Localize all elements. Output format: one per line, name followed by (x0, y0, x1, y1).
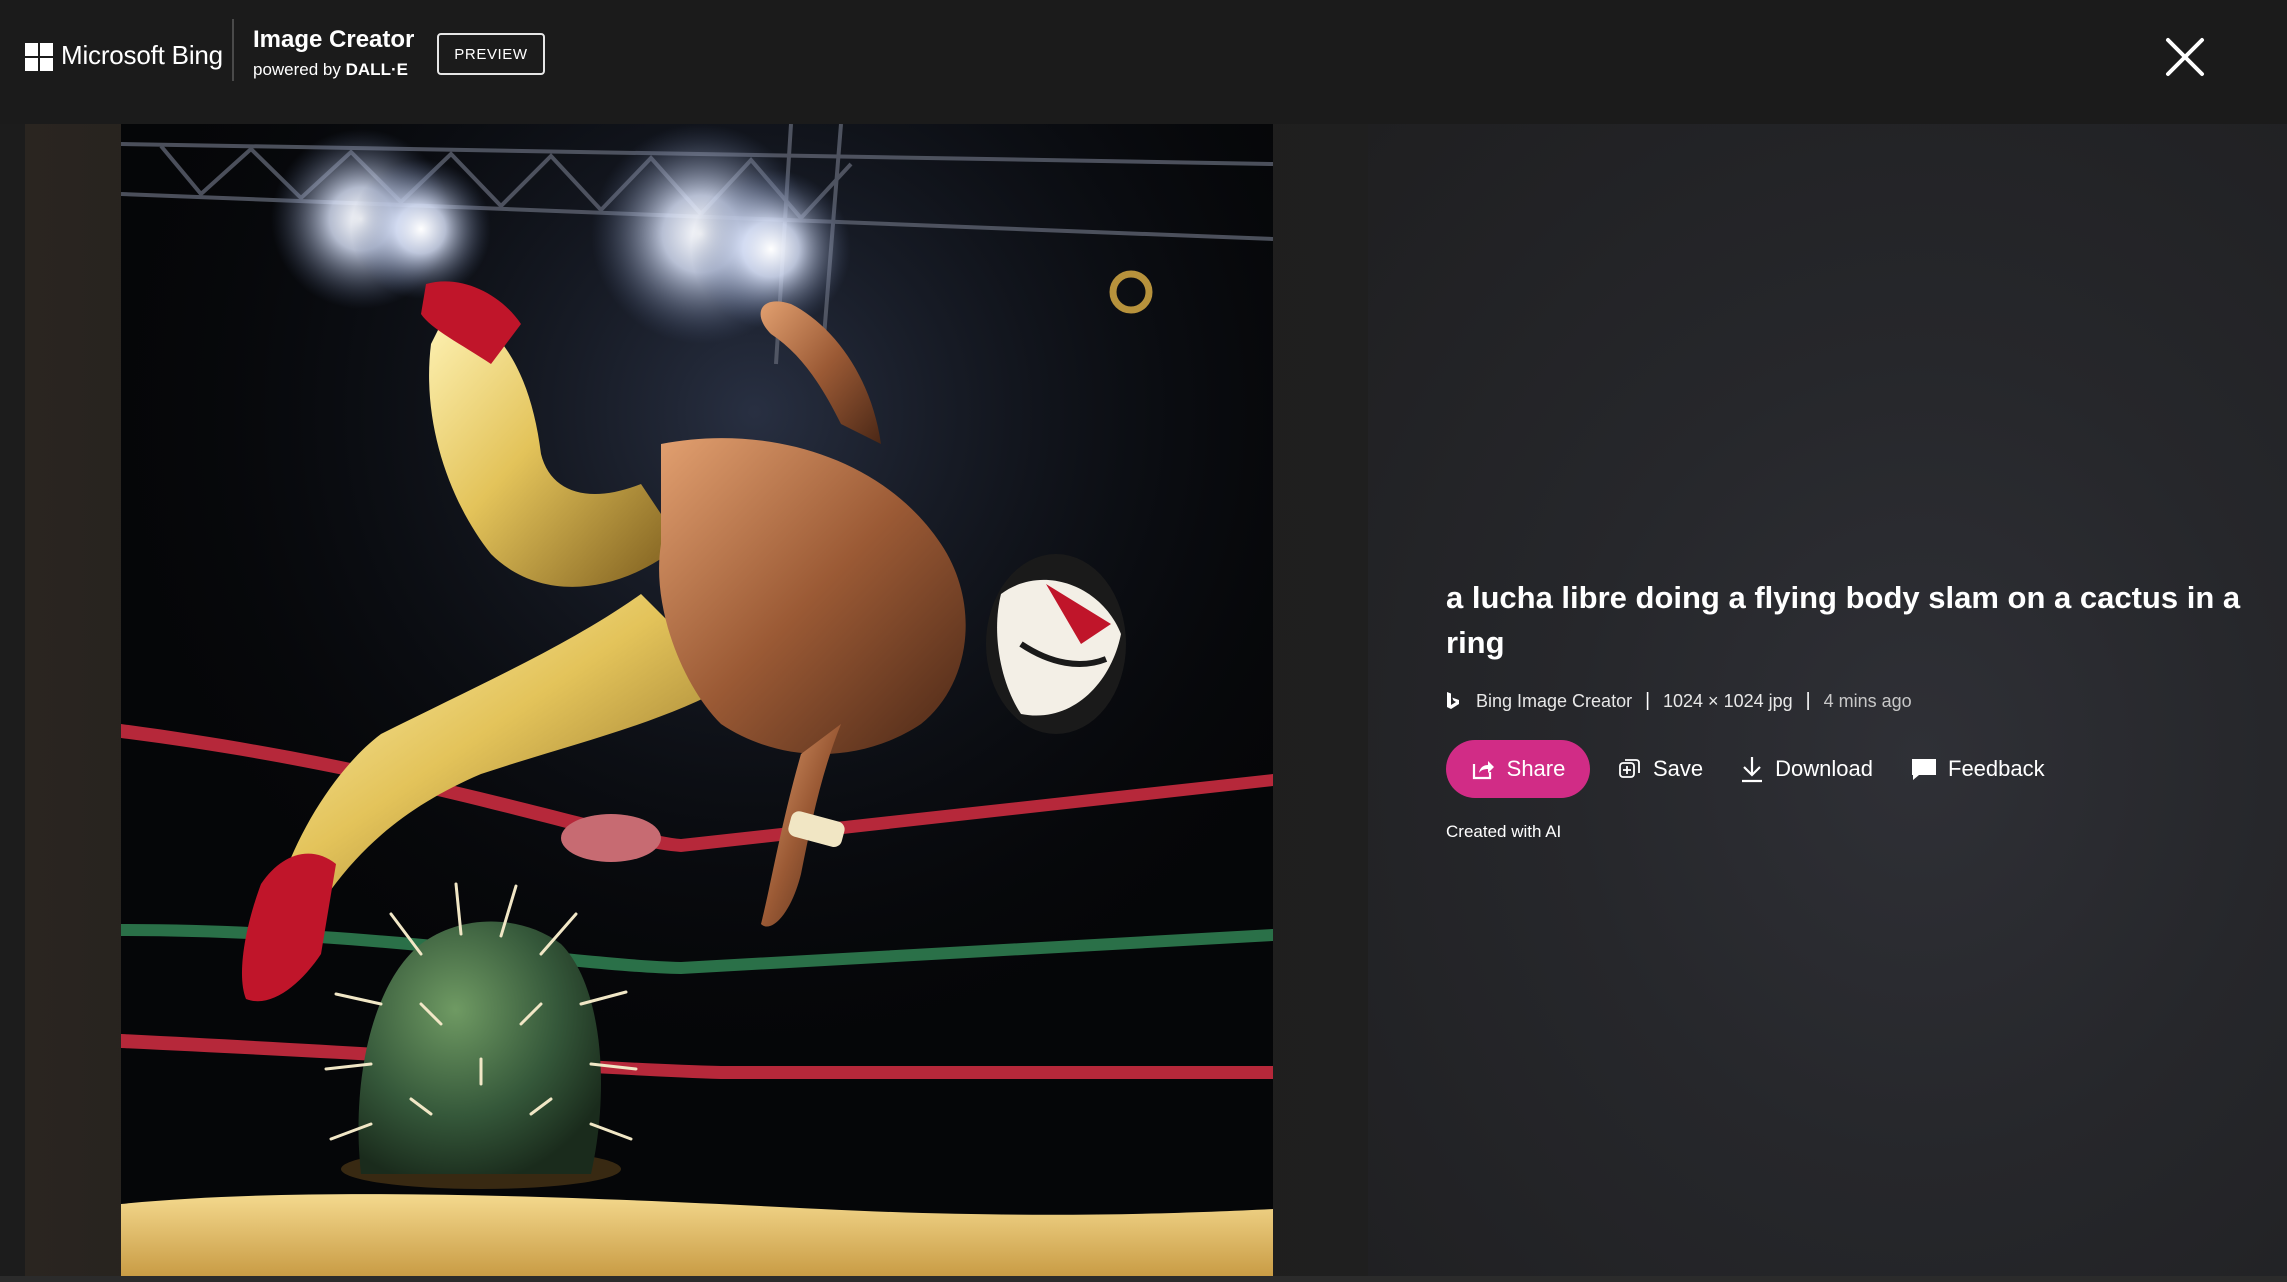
powered-by-label: powered by DALL·E (253, 60, 408, 80)
download-label: Download (1775, 756, 1873, 781)
save-button[interactable]: Save (1618, 740, 1703, 798)
download-button[interactable]: Download (1740, 740, 1873, 798)
image-source: Bing Image Creator (1476, 690, 1633, 711)
meta-separator: | (1645, 690, 1651, 711)
image-dimensions: 1024 × 1024 jpg (1663, 690, 1793, 711)
feedback-label: Feedback (1948, 756, 2045, 781)
powered-by-name: DALL·E (345, 60, 408, 79)
generated-image-artwork (121, 124, 1273, 1276)
close-button[interactable] (2162, 34, 2208, 80)
feedback-button[interactable]: Feedback (1911, 740, 2045, 798)
preview-badge: PREVIEW (437, 33, 545, 75)
meta-separator: | (1805, 690, 1811, 711)
created-time: 4 mins ago (1823, 690, 1912, 711)
download-icon (1742, 757, 1763, 783)
share-icon (1472, 761, 1494, 780)
save-label: Save (1653, 756, 1704, 781)
brand-name[interactable]: Microsoft Bing (61, 40, 223, 71)
generated-image[interactable] (121, 124, 1273, 1276)
save-collection-icon (1619, 759, 1640, 778)
feedback-icon (1912, 759, 1936, 780)
header-divider (232, 19, 234, 81)
created-with-ai-note: Created with AI (1446, 822, 1562, 841)
bing-logo-icon (1447, 692, 1459, 709)
image-metadata: Bing Image Creator | 1024 × 1024 jpg | 4… (1446, 688, 1912, 714)
share-button[interactable]: Share (1446, 740, 1590, 798)
image-prompt-title: a lucha libre doing a flying body slam o… (1446, 580, 2241, 660)
image-actions: Share Save Download Feedback (1446, 740, 2045, 798)
share-label: Share (1506, 756, 1566, 781)
microsoft-logo-icon[interactable] (25, 43, 53, 71)
powered-by-prefix: powered by (253, 60, 346, 79)
bottom-border (0, 1276, 2287, 1282)
top-bar: Microsoft Bing Image Creator powered by … (0, 0, 2287, 124)
close-icon (2166, 38, 2204, 76)
product-title[interactable]: Image Creator (253, 26, 414, 54)
